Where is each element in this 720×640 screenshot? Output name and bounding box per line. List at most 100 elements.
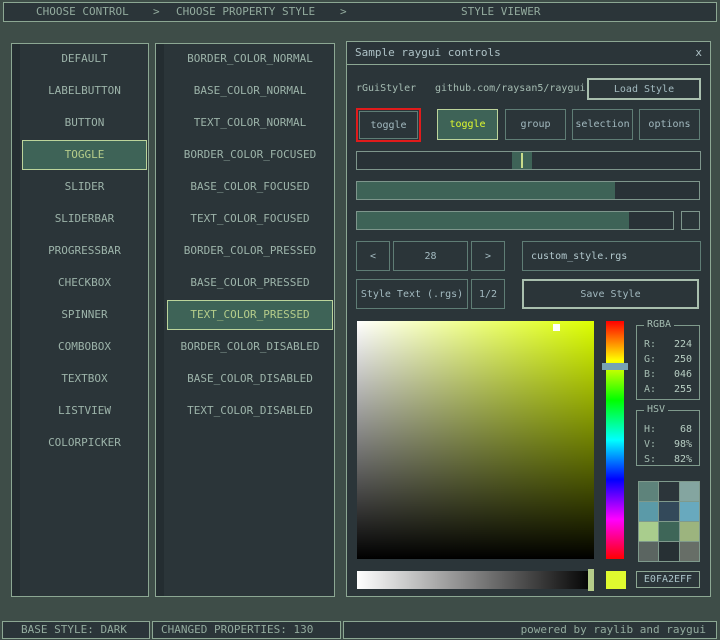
slider-handle[interactable] bbox=[511, 152, 532, 169]
app-name-label: rGuiStyler bbox=[356, 83, 417, 94]
sample-slider[interactable] bbox=[356, 151, 701, 170]
save-style-button[interactable]: Save Style bbox=[522, 279, 699, 309]
rgba-a-key: A: bbox=[644, 384, 657, 395]
list-item-listview[interactable]: LISTVIEW bbox=[22, 396, 147, 426]
palette-swatch bbox=[659, 502, 679, 521]
toggle-group-item-options[interactable]: options bbox=[639, 109, 700, 140]
rgba-b-row: B: 046 bbox=[637, 367, 699, 382]
rguistyler-app: CHOOSE CONTROL > CHOOSE PROPERTY STYLE >… bbox=[0, 0, 720, 640]
sample-controls-window: Sample raygui controls x rGuiStyler gith… bbox=[346, 41, 711, 597]
list-item-base-color-disabled[interactable]: BASE_COLOR_DISABLED bbox=[167, 364, 333, 394]
breadcrumb-style-viewer: STYLE VIEWER bbox=[461, 5, 541, 18]
palette-swatch bbox=[679, 522, 699, 541]
rgba-g-key: G: bbox=[644, 354, 657, 365]
hsv-h-value: 68 bbox=[679, 424, 692, 435]
toggle-group-item-group[interactable]: group bbox=[505, 109, 566, 140]
spinner-decrement-button[interactable]: < bbox=[356, 241, 390, 271]
list-item-default[interactable]: DEFAULT bbox=[22, 44, 147, 74]
hue-bar-handle[interactable] bbox=[602, 362, 628, 370]
filename-input[interactable]: custom_style.rgs bbox=[522, 241, 701, 271]
hex-color-input[interactable]: E0FA2EFF bbox=[636, 571, 700, 588]
list-item-base-color-normal[interactable]: BASE_COLOR_NORMAL bbox=[167, 76, 333, 106]
hue-bar[interactable] bbox=[602, 321, 628, 559]
list-item-colorpicker[interactable]: COLORPICKER bbox=[22, 428, 147, 458]
rgba-r-value: 224 bbox=[673, 339, 692, 350]
changed-properties-text: CHANGED PROPERTIES: 130 bbox=[161, 623, 314, 636]
sample-checkbox[interactable] bbox=[681, 211, 700, 230]
statusbar-base-style: BASE STYLE: DARK bbox=[2, 621, 150, 639]
palette-swatch bbox=[679, 502, 699, 521]
list-item-text-color-normal[interactable]: TEXT_COLOR_NORMAL bbox=[167, 108, 333, 138]
breadcrumb: CHOOSE CONTROL > CHOOSE PROPERTY STYLE >… bbox=[3, 2, 717, 22]
list-item-text-color-pressed-selected[interactable]: TEXT_COLOR_PRESSED bbox=[167, 300, 333, 330]
spinner-increment-button[interactable]: > bbox=[471, 241, 505, 271]
list-item-combobox[interactable]: COMBOBOX bbox=[22, 332, 147, 362]
hsv-groupbox: HSV H: 68 V: 98% S: 82% bbox=[636, 405, 700, 467]
palette-swatch bbox=[659, 482, 679, 501]
styled-control-highlight: toggle bbox=[356, 108, 421, 142]
repo-link[interactable]: github.com/raysan5/raygui bbox=[435, 78, 586, 99]
list-item-textbox[interactable]: TEXTBOX bbox=[22, 364, 147, 394]
statusbar-changed-properties: CHANGED PROPERTIES: 130 bbox=[152, 621, 341, 639]
properties-scrollbar[interactable] bbox=[156, 44, 164, 596]
list-item-sliderbar[interactable]: SLIDERBAR bbox=[22, 204, 147, 234]
rgba-g-row: G: 250 bbox=[637, 352, 699, 367]
list-item-button[interactable]: BUTTON bbox=[22, 108, 147, 138]
sample-sliderbar[interactable] bbox=[356, 181, 700, 200]
rgba-r-key: R: bbox=[644, 339, 657, 350]
combobox-counter-button[interactable]: 1/2 bbox=[471, 279, 505, 309]
sample-progressbar bbox=[356, 211, 674, 230]
list-item-base-color-focused[interactable]: BASE_COLOR_FOCUSED bbox=[167, 172, 333, 202]
rgba-r-row: R: 224 bbox=[637, 337, 699, 352]
palette-swatch bbox=[659, 542, 679, 561]
controls-scrollbar[interactable] bbox=[12, 44, 20, 596]
list-item-labelbutton[interactable]: LABELBUTTON bbox=[22, 76, 147, 106]
hsv-group-label: HSV bbox=[644, 405, 669, 415]
hsv-v-value: 98% bbox=[673, 439, 692, 450]
list-item-slider[interactable]: SLIDER bbox=[22, 172, 147, 202]
list-item-border-color-pressed[interactable]: BORDER_COLOR_PRESSED bbox=[167, 236, 333, 266]
list-item-border-color-focused[interactable]: BORDER_COLOR_FOCUSED bbox=[167, 140, 333, 170]
spinner-value-box[interactable]: 28 bbox=[393, 241, 468, 271]
list-item-border-color-normal[interactable]: BORDER_COLOR_NORMAL bbox=[167, 44, 333, 74]
grayscale-bar[interactable] bbox=[357, 569, 594, 591]
sliderbar-fill bbox=[357, 182, 616, 199]
list-item-base-color-pressed[interactable]: BASE_COLOR_PRESSED bbox=[167, 268, 333, 298]
hsv-v-key: V: bbox=[644, 439, 657, 450]
rgba-groupbox: RGBA R: 224 G: 250 B: 046 A: 255 bbox=[636, 320, 700, 400]
rgba-b-value: 046 bbox=[673, 369, 692, 380]
list-item-progressbar[interactable]: PROGRESSBAR bbox=[22, 236, 147, 266]
list-item-text-color-focused[interactable]: TEXT_COLOR_FOCUSED bbox=[167, 204, 333, 234]
breadcrumb-choose-property-style: CHOOSE PROPERTY STYLE bbox=[176, 5, 316, 18]
breadcrumb-choose-control: CHOOSE CONTROL bbox=[36, 5, 129, 18]
list-item-spinner[interactable]: SPINNER bbox=[22, 300, 147, 330]
sample-toggle-button[interactable]: toggle bbox=[359, 111, 418, 139]
rgba-b-key: B: bbox=[644, 369, 657, 380]
chevron-right-icon: > bbox=[340, 5, 347, 18]
palette-swatch bbox=[639, 542, 659, 561]
grayscale-bar-handle[interactable] bbox=[587, 569, 594, 591]
window-titlebar[interactable]: Sample raygui controls x bbox=[347, 42, 710, 65]
list-item-text-color-disabled[interactable]: TEXT_COLOR_DISABLED bbox=[167, 396, 333, 426]
rgba-a-value: 255 bbox=[673, 384, 692, 395]
window-title: Sample raygui controls bbox=[355, 46, 501, 59]
toggle-group-item-selection[interactable]: selection bbox=[572, 109, 633, 140]
palette-swatch bbox=[639, 522, 659, 541]
toggle-group-item-toggle-active[interactable]: toggle bbox=[437, 109, 498, 140]
palette-swatch bbox=[639, 482, 659, 501]
format-combobox[interactable]: Style Text (.rgs) bbox=[356, 279, 468, 309]
load-style-button[interactable]: Load Style bbox=[587, 78, 701, 100]
list-item-checkbox[interactable]: CHECKBOX bbox=[22, 268, 147, 298]
base-style-text: BASE STYLE: DARK bbox=[21, 623, 127, 636]
hsv-h-row: H: 68 bbox=[637, 422, 699, 437]
hsv-s-row: S: 82% bbox=[637, 452, 699, 467]
list-item-toggle-selected[interactable]: TOGGLE bbox=[22, 140, 147, 170]
list-item-border-color-disabled[interactable]: BORDER_COLOR_DISABLED bbox=[167, 332, 333, 362]
hsv-s-key: S: bbox=[644, 454, 657, 465]
rgba-g-value: 250 bbox=[673, 354, 692, 365]
hsv-h-key: H: bbox=[644, 424, 657, 435]
close-icon[interactable]: x bbox=[695, 42, 702, 63]
palette-swatch bbox=[679, 482, 699, 501]
color-picker-area[interactable] bbox=[357, 321, 594, 559]
hsv-s-value: 82% bbox=[673, 454, 692, 465]
